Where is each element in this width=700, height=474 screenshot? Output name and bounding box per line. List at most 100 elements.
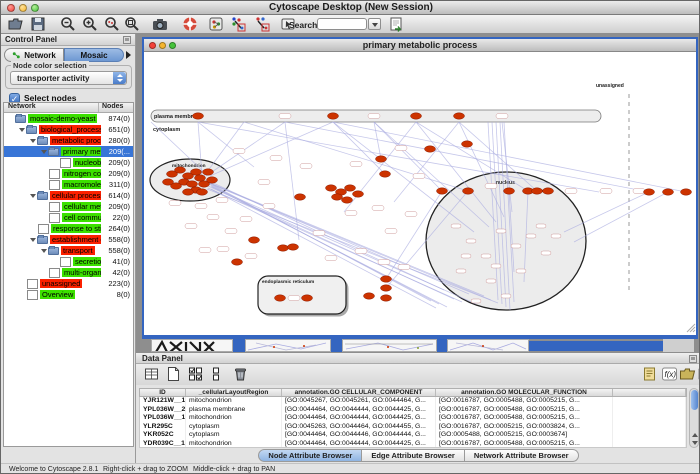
graph-node[interactable] <box>381 285 392 291</box>
float-panel-icon[interactable] <box>689 355 697 363</box>
expand-triangle-icon[interactable] <box>29 139 37 143</box>
float-panel-icon[interactable] <box>123 36 131 44</box>
graph-node[interactable] <box>302 295 313 301</box>
graph-node[interactable] <box>207 177 218 183</box>
tree-row[interactable]: establishment of lo558(0) <box>4 234 133 245</box>
tree-row[interactable]: macromolecule311(0) <box>4 179 133 190</box>
graph-node[interactable] <box>411 113 422 119</box>
background-window-fragment[interactable] <box>151 339 233 352</box>
table-row[interactable]: YJR121W__1mitochondrion[GO:0045267, GO:0… <box>139 397 687 406</box>
expand-triangle-icon[interactable] <box>40 249 48 253</box>
graph-node[interactable] <box>342 197 353 203</box>
column-header[interactable]: _cellularLayoutRegion <box>186 389 282 396</box>
graph-node[interactable] <box>345 185 356 191</box>
tree-row[interactable]: metabolic process280(0) <box>4 135 133 146</box>
import-attributes-button[interactable] <box>679 366 696 382</box>
graph-node[interactable] <box>364 293 375 299</box>
graph-node[interactable] <box>681 189 692 195</box>
table-row[interactable]: YKR052Ccytoplasm[GO:0044464, GO:0044446,… <box>139 431 687 440</box>
network-view-titlebar[interactable]: primary metabolic process <box>144 39 696 52</box>
graph-node[interactable] <box>353 191 364 197</box>
network-view-window[interactable]: primary metabolic process plasma membran… <box>142 37 698 339</box>
graph-node[interactable] <box>195 175 206 181</box>
graph-node[interactable] <box>197 189 208 195</box>
search-dropdown-button[interactable] <box>368 18 381 30</box>
search-input[interactable] <box>317 18 367 30</box>
graph-node[interactable] <box>278 245 289 251</box>
graph-node[interactable] <box>425 146 436 152</box>
new-attribute-button[interactable] <box>165 366 182 382</box>
tree-row[interactable]: Overview8(0) <box>4 289 133 300</box>
background-window-fragment[interactable] <box>342 339 437 352</box>
graph-node[interactable] <box>454 113 465 119</box>
graph-node[interactable] <box>295 194 306 200</box>
graph-node[interactable] <box>328 113 339 119</box>
graph-node[interactable] <box>381 295 392 301</box>
table-row[interactable]: YDR039C__1mitochondrion[GO:0044464, GO:0… <box>139 440 687 449</box>
tab-edge-attribute-browser[interactable]: Edge Attribute Browser <box>362 449 464 462</box>
tree-row[interactable]: multi-organism pro42(0) <box>4 267 133 278</box>
graph-node[interactable] <box>232 259 243 265</box>
snapshot-button[interactable] <box>151 16 169 32</box>
delete-attribute-button[interactable] <box>232 366 249 382</box>
graph-node[interactable] <box>191 169 202 175</box>
graph-node[interactable] <box>504 188 515 194</box>
tree-column-network[interactable]: Network <box>4 103 99 112</box>
attribute-table-button[interactable] <box>143 366 160 382</box>
background-window-fragment[interactable] <box>447 339 529 352</box>
zoom-out-button[interactable] <box>59 16 77 32</box>
graph-node[interactable] <box>462 141 473 147</box>
tab-network-attribute-browser[interactable]: Network Attribute Browser <box>465 449 579 462</box>
tree-row[interactable]: cellular process614(0) <box>4 190 133 201</box>
graph-node[interactable] <box>249 237 260 243</box>
zoom-fit-button[interactable] <box>123 16 141 32</box>
tree-row[interactable]: nitrogen compo209(0) <box>4 168 133 179</box>
tree-row[interactable]: mosaic-demo-yeast874(0) <box>4 113 133 124</box>
graph-node[interactable] <box>288 244 299 250</box>
graph-node[interactable] <box>663 189 674 195</box>
column-header[interactable]: ID <box>140 389 186 396</box>
column-header[interactable]: annotation.GO MOLECULAR_FUNCTION <box>436 389 613 396</box>
tree-row[interactable]: cell communicat22(0) <box>4 212 133 223</box>
unselect-attributes-button[interactable] <box>209 366 226 382</box>
tree-row[interactable]: unassigned223(0) <box>4 278 133 289</box>
expand-triangle-icon[interactable] <box>29 194 37 198</box>
graph-node[interactable] <box>175 167 186 173</box>
resize-grip-icon[interactable] <box>693 330 695 332</box>
graph-node[interactable] <box>183 189 194 195</box>
zoom-in-button[interactable] <box>81 16 99 32</box>
graph-node[interactable] <box>463 188 474 194</box>
graph-node[interactable] <box>163 179 174 185</box>
open-button[interactable] <box>7 16 25 32</box>
graph-node[interactable] <box>380 171 391 177</box>
node-color-dropdown[interactable]: transporter activity <box>10 71 127 85</box>
zoom-selected-button[interactable] <box>103 16 121 32</box>
expand-triangle-icon[interactable] <box>18 128 26 132</box>
annotation-notes-button[interactable] <box>641 366 658 382</box>
tree-row[interactable]: cellular metabo209(0) <box>4 201 133 212</box>
table-scrollbar[interactable] <box>689 388 699 448</box>
graph-node[interactable] <box>437 188 448 194</box>
scrollbar-thumb[interactable] <box>691 390 698 410</box>
tab-network[interactable]: Network <box>4 48 64 62</box>
graph-node[interactable] <box>203 169 214 175</box>
tree-row[interactable]: response to stimulu264(0) <box>4 223 133 234</box>
function-builder-button[interactable]: f(x) <box>661 366 678 382</box>
network-overview-button[interactable] <box>207 16 225 32</box>
table-header-row[interactable]: ID_cellularLayoutRegionannotation.GO CEL… <box>139 388 687 397</box>
tree-row[interactable]: transport558(0) <box>4 245 133 256</box>
graph-node[interactable] <box>381 276 392 282</box>
graph-node[interactable] <box>326 185 337 191</box>
import-button[interactable] <box>387 16 405 32</box>
tab-node-attribute-browser[interactable]: Node Attribute Browser <box>258 449 362 462</box>
network-canvas[interactable]: plasma membranecytoplasmmitochondrionnuc… <box>144 52 696 335</box>
column-header[interactable] <box>613 389 686 396</box>
table-row[interactable]: YPL036W__2plasma membrane[GO:0044464, GO… <box>139 406 687 415</box>
table-row[interactable]: YLR295Ccytoplasm[GO:0045263, GO:0044464,… <box>139 423 687 432</box>
select-attributes-button[interactable] <box>187 366 204 382</box>
expand-triangle-icon[interactable] <box>40 150 48 154</box>
tree-column-nodes[interactable]: Nodes <box>99 103 133 112</box>
graph-node[interactable] <box>644 189 655 195</box>
graph-node[interactable] <box>543 188 554 194</box>
tab-mosaic[interactable]: Mosaic <box>64 48 124 62</box>
